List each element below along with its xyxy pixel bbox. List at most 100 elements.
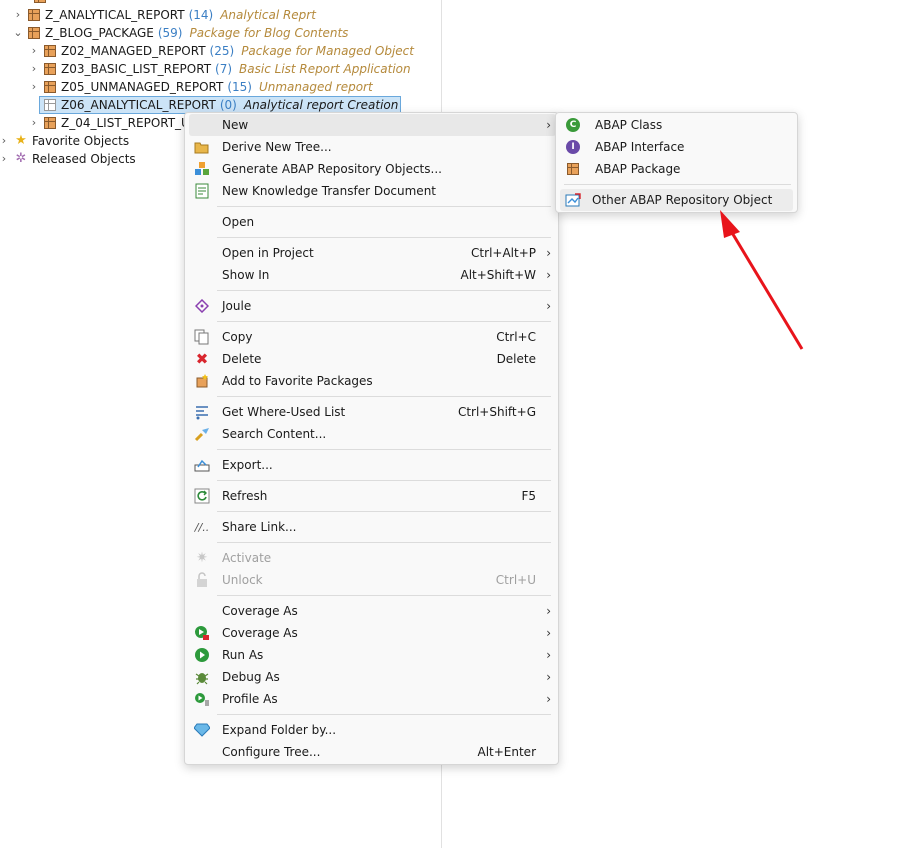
chevron-right-icon: › <box>546 299 551 313</box>
chevron-right-icon[interactable]: › <box>28 114 40 132</box>
menu-item-label: Open in Project <box>222 246 314 260</box>
export-icon <box>194 457 210 473</box>
chevron-right-icon[interactable]: › <box>0 132 10 150</box>
unlock-icon <box>194 572 210 588</box>
menu-item-expand-folder[interactable]: Expand Folder by... <box>189 719 556 741</box>
tree-row-favorites[interactable]: › ★ Favorite Objects <box>0 132 129 150</box>
submenu-item-abap-package[interactable]: ABAP Package <box>560 158 793 180</box>
package-icon <box>34 0 46 3</box>
menu-item-coverage-as[interactable]: Coverage As › <box>189 600 556 622</box>
menu-item-run-as[interactable]: Run As › <box>189 644 556 666</box>
menu-item-label: Configure Tree... <box>222 745 321 759</box>
menu-item-label: Unlock <box>222 573 263 587</box>
menu-item-export[interactable]: Export... <box>189 454 556 476</box>
run-icon <box>194 647 210 663</box>
package-description: Analytical Reprt <box>220 8 316 22</box>
menu-separator <box>564 184 791 185</box>
share-link-icon: //.. <box>194 520 210 534</box>
abap-class-icon: C <box>565 117 581 133</box>
empty-package-icon <box>44 99 56 111</box>
annotation-arrow <box>720 210 804 350</box>
coverage-icon <box>194 625 210 641</box>
chevron-right-icon[interactable]: › <box>28 60 40 78</box>
menu-item-label: Refresh <box>222 489 268 503</box>
menu-item-label: Add to Favorite Packages <box>222 374 373 388</box>
menu-item-refresh[interactable]: Refresh F5 <box>189 485 556 507</box>
menu-item-show-in[interactable]: Show In Alt+Shift+W › <box>189 264 556 286</box>
package-name: Z_04_LIST_REPORT_USI <box>61 116 201 130</box>
menu-item-open-in-project[interactable]: Open in Project Ctrl+Alt+P › <box>189 242 556 264</box>
star-icon: ★ <box>15 133 27 148</box>
menu-item-search-content[interactable]: Search Content... <box>189 423 556 445</box>
menu-item-knowledge-transfer[interactable]: New Knowledge Transfer Document <box>189 180 556 202</box>
menu-item-profile-as[interactable]: Profile As › <box>189 688 556 710</box>
chevron-right-icon[interactable]: › <box>12 6 24 24</box>
menu-item-unlock[interactable]: Unlock Ctrl+U <box>189 569 556 591</box>
menu-item-add-favorite[interactable]: Add to Favorite Packages <box>189 370 556 392</box>
package-name: Z03_BASIC_LIST_REPORT <box>61 62 212 76</box>
new-submenu: C ABAP Class I ABAP Interface ABAP Packa… <box>555 112 798 213</box>
package-description: Basic List Report Application <box>239 62 411 76</box>
shortcut-label: Alt+Shift+W <box>460 268 537 282</box>
tree-row[interactable]: › Z03_BASIC_LIST_REPORT (7) Basic List R… <box>28 60 411 78</box>
debug-bug-icon <box>194 669 210 685</box>
menu-item-joule[interactable]: Joule › <box>189 295 556 317</box>
menu-separator <box>217 206 551 207</box>
copy-icon <box>194 329 210 345</box>
package-icon <box>44 45 56 57</box>
menu-item-label: Get Where-Used List <box>222 405 346 419</box>
menu-item-label: New Knowledge Transfer Document <box>222 184 437 198</box>
menu-item-coverage-as-2[interactable]: Coverage As › <box>189 622 556 644</box>
shortcut-label: Delete <box>496 352 536 366</box>
chevron-right-icon: › <box>546 118 551 132</box>
profile-icon <box>194 691 210 707</box>
chevron-right-icon: › <box>546 268 551 282</box>
menu-item-derive-new-tree[interactable]: Derive New Tree... <box>189 136 556 158</box>
tree-row[interactable]: › Z_04_LIST_REPORT_USI <box>28 114 201 132</box>
chevron-right-icon[interactable]: › <box>0 150 10 168</box>
submenu-item-abap-class[interactable]: C ABAP Class <box>560 114 793 136</box>
package-name: Z_ANALYTICAL_REPORT <box>45 8 185 22</box>
package-icon <box>28 9 40 21</box>
menu-item-new[interactable]: New › <box>189 114 556 136</box>
shortcut-label: Ctrl+C <box>496 330 536 344</box>
submenu-item-abap-interface[interactable]: I ABAP Interface <box>560 136 793 158</box>
package-description: Unmanaged report <box>258 80 373 94</box>
menu-item-label: Generate ABAP Repository Objects... <box>222 162 442 176</box>
menu-separator <box>217 511 551 512</box>
package-name: Z05_UNMANAGED_REPORT <box>61 80 224 94</box>
tree-row-released[interactable]: › ✲ Released Objects <box>0 150 136 168</box>
package-description: Package for Managed Object <box>241 44 414 58</box>
submenu-item-label: ABAP Interface <box>595 140 685 154</box>
menu-item-activate[interactable]: ✷ Activate <box>189 547 556 569</box>
tree-row[interactable]: › Z05_UNMANAGED_REPORT (15) Unmanaged re… <box>28 78 373 96</box>
diamond-icon <box>194 722 210 738</box>
menu-item-open[interactable]: Open <box>189 211 556 233</box>
menu-item-debug-as[interactable]: Debug As › <box>189 666 556 688</box>
menu-item-label: Expand Folder by... <box>222 723 337 737</box>
joule-icon <box>194 298 210 314</box>
menu-separator <box>217 396 551 397</box>
menu-item-configure-tree[interactable]: Configure Tree... Alt+Enter <box>189 741 556 763</box>
chevron-right-icon[interactable]: › <box>28 78 40 96</box>
released-label: Released Objects <box>32 152 136 166</box>
object-count: (59) <box>157 26 183 40</box>
abap-interface-icon: I <box>565 139 581 155</box>
tree-row[interactable]: ⌄ Z_BLOG_PACKAGE (59) Package for Blog C… <box>12 24 348 42</box>
menu-item-copy[interactable]: Copy Ctrl+C <box>189 326 556 348</box>
menu-item-where-used[interactable]: Get Where-Used List Ctrl+Shift+G <box>189 401 556 423</box>
menu-item-label: Coverage As <box>222 604 298 618</box>
tree-row[interactable]: › Z02_MANAGED_REPORT (25) Package for Ma… <box>28 42 414 60</box>
menu-separator <box>217 480 551 481</box>
menu-item-delete[interactable]: ✖ Delete Delete <box>189 348 556 370</box>
package-icon <box>28 27 40 39</box>
package-name: Z_BLOG_PACKAGE <box>45 26 154 40</box>
tree-row[interactable]: › Z_ANALYTICAL_REPORT (14) Analytical Re… <box>12 6 316 24</box>
menu-item-share-link[interactable]: //.. Share Link... <box>189 516 556 538</box>
menu-item-generate-objects[interactable]: Generate ABAP Repository Objects... <box>189 158 556 180</box>
chevron-right-icon: › <box>546 246 551 260</box>
chevron-down-icon[interactable]: ⌄ <box>12 24 24 42</box>
chevron-right-icon: › <box>546 604 551 618</box>
arrow-shaft <box>726 225 804 350</box>
chevron-right-icon[interactable]: › <box>28 42 40 60</box>
